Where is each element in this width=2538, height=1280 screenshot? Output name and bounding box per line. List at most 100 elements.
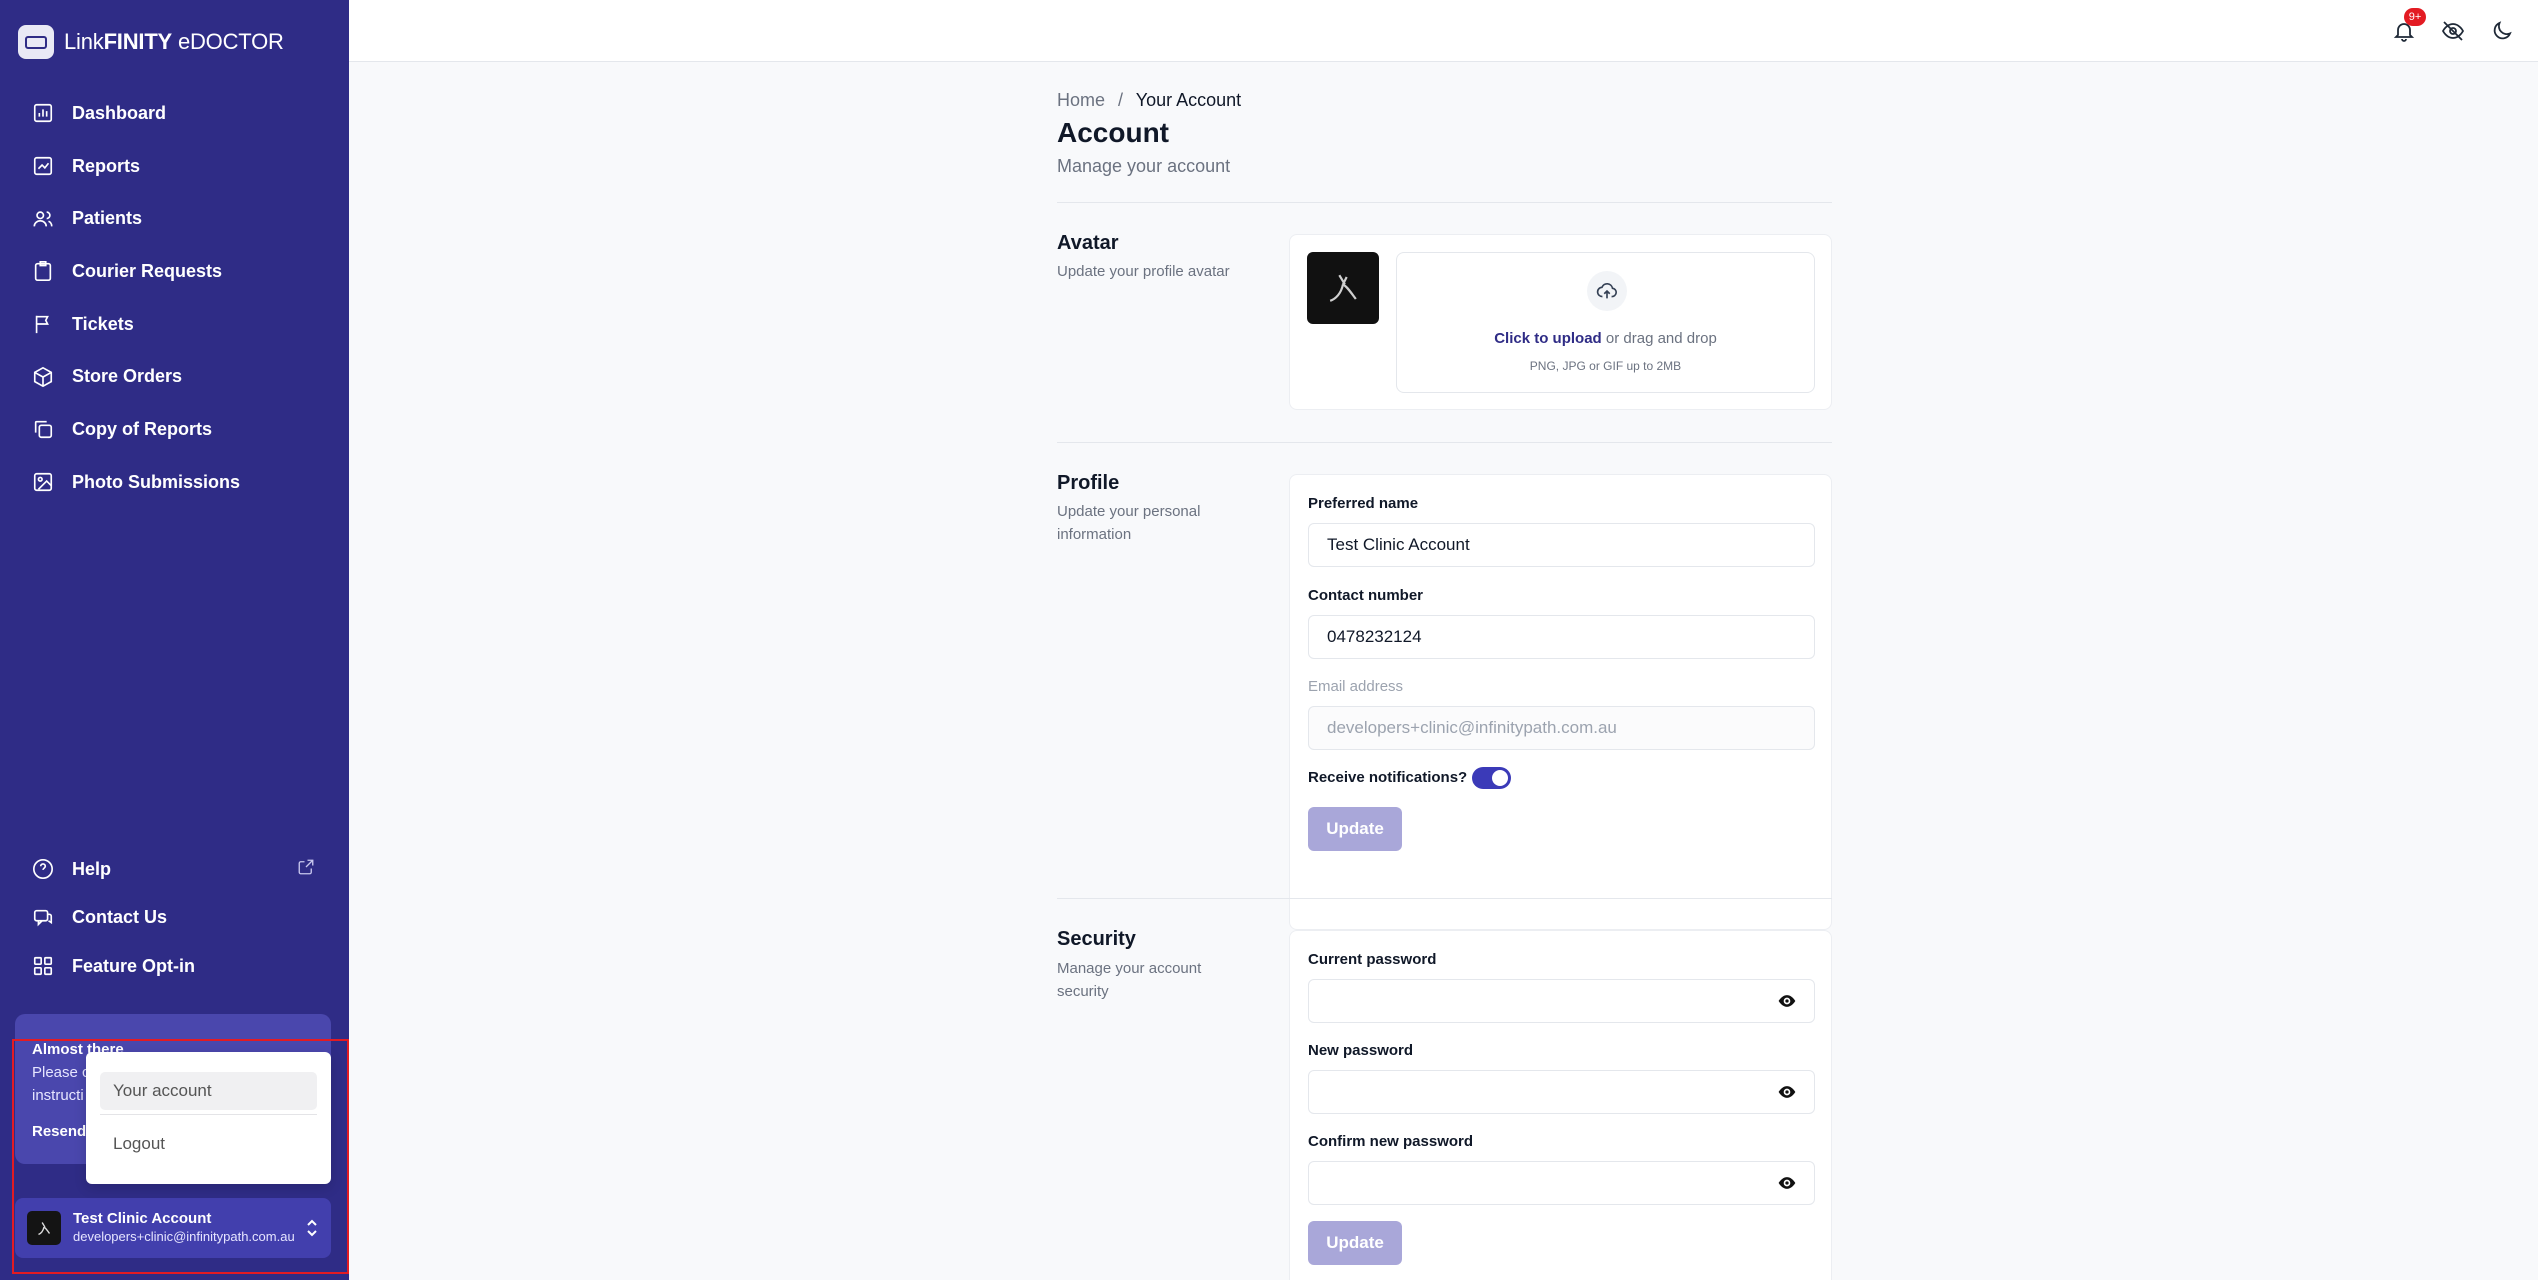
moon-icon[interactable] [2490, 19, 2514, 43]
verification-text-line-1: Please c [32, 1064, 90, 1081]
sidebar-item-photo-submissions[interactable]: Photo Submissions [0, 456, 349, 509]
breadcrumb: Home / Your Account [1057, 90, 1241, 111]
image-icon [33, 473, 53, 492]
page-title: Account [1057, 117, 1169, 148]
avatar-section-title: Avatar [1057, 232, 1119, 254]
eye-off-icon[interactable] [2441, 19, 2465, 43]
new-password-input[interactable] [1308, 1070, 1815, 1114]
page-subtitle: Manage your account [1057, 156, 1231, 176]
profile-update-button[interactable]: Update [1308, 807, 1402, 851]
avatar-section-desc: Update your profile avatar [1057, 263, 1230, 280]
security-section-title: Security [1057, 928, 1136, 950]
sidebar-item-patients[interactable]: Patients [0, 192, 349, 245]
eye-icon[interactable] [1777, 1082, 1797, 1102]
sidebar-item-feature-opt-in[interactable]: Feature Opt-in [0, 942, 349, 991]
logo-icon [18, 25, 54, 59]
breadcrumb-separator: / [1118, 90, 1124, 110]
divider [1057, 202, 1832, 203]
notifications-label: Receive notifications? [1308, 769, 1468, 786]
flag-icon [35, 315, 49, 334]
users-icon [33, 211, 53, 227]
account-switcher[interactable]: Test Clinic Account developers+clinic@in… [15, 1198, 331, 1258]
contact-number-input[interactable] [1308, 615, 1815, 659]
eye-icon[interactable] [1777, 1173, 1797, 1193]
menu-divider [100, 1114, 317, 1115]
chevron-up-down-icon [305, 1216, 319, 1245]
divider [1057, 898, 1832, 899]
upload-instructions: Click to upload or drag and drop [1494, 330, 1717, 347]
topbar [349, 0, 2538, 62]
avatar-preview [1307, 252, 1379, 324]
chart-icon [33, 104, 53, 123]
sidebar-item-label: Contact Us [72, 907, 168, 928]
sidebar-item-label: Reports [72, 155, 141, 176]
sidebar-item-contact-us[interactable]: Contact Us [0, 894, 349, 943]
brand-name: LinkFINITY eDOCTOR [64, 29, 284, 54]
profile-card: Preferred name Contact number Email addr… [1289, 474, 1832, 930]
sidebar-item-label: Courier Requests [72, 260, 223, 281]
avatar-card: Click to upload or drag and drop PNG, JP… [1289, 234, 1832, 410]
sidebar-item-label: Copy of Reports [72, 418, 213, 439]
notification-badge: 9+ [2404, 8, 2426, 26]
menu-item-logout[interactable]: Logout [100, 1125, 317, 1163]
email-label: Email address [1308, 678, 1404, 695]
secondary-nav: Help Contact Us Feature Opt-in [0, 845, 349, 991]
confirm-password-label: Confirm new password [1308, 1133, 1474, 1150]
copy-icon [34, 421, 53, 439]
sidebar-item-dashboard[interactable]: Dashboard [0, 87, 349, 140]
brand-logo[interactable]: LinkFINITY eDOCTOR [18, 25, 284, 59]
preferred-name-label: Preferred name [1308, 495, 1419, 512]
notifications-toggle[interactable] [1472, 767, 1511, 789]
contact-number-label: Contact number [1308, 587, 1424, 604]
sidebar-item-label: Help [72, 858, 112, 879]
sidebar-item-label: Store Orders [72, 366, 183, 387]
sidebar-item-label: Tickets [72, 313, 134, 334]
security-update-button[interactable]: Update [1308, 1221, 1402, 1265]
new-password-label: New password [1308, 1042, 1414, 1059]
breadcrumb-current: Your Account [1135, 90, 1242, 110]
security-section-desc: Manage your account security [1057, 960, 1202, 1000]
current-password-label: Current password [1308, 951, 1437, 968]
sidebar-item-label: Patients [72, 208, 143, 229]
chat-icon [33, 909, 53, 927]
sidebar-item-copy-of-reports[interactable]: Copy of Reports [0, 403, 349, 456]
main-nav: Dashboard Reports Patients Courier Reque… [0, 87, 349, 509]
breadcrumb-home[interactable]: Home [1057, 90, 1105, 110]
help-icon [33, 859, 53, 880]
report-icon [33, 156, 53, 176]
avatar-upload-dropzone[interactable]: Click to upload or drag and drop PNG, JP… [1396, 252, 1815, 393]
grid-icon [33, 957, 53, 976]
sidebar-item-reports[interactable]: Reports [0, 140, 349, 193]
sidebar-item-label: Feature Opt-in [72, 955, 196, 976]
account-email: developers+clinic@infinitypath.com.au [73, 1229, 295, 1244]
account-menu: Your account Logout [86, 1052, 331, 1184]
current-password-wrapper [1308, 979, 1815, 1023]
account-name: Test Clinic Account [73, 1210, 212, 1227]
sidebar-item-label: Photo Submissions [72, 471, 241, 492]
eye-icon[interactable] [1777, 991, 1797, 1011]
clipboard-icon [34, 261, 52, 282]
email-field [1308, 706, 1815, 750]
divider [1057, 442, 1832, 443]
sidebar-item-tickets[interactable]: Tickets [0, 298, 349, 351]
security-card: Current password New password Confirm ne… [1289, 930, 1832, 1280]
upload-link[interactable]: Click to upload [1494, 330, 1602, 347]
sidebar-item-store-orders[interactable]: Store Orders [0, 350, 349, 403]
current-password-input[interactable] [1308, 979, 1815, 1023]
confirm-password-wrapper [1308, 1161, 1815, 1205]
new-password-wrapper [1308, 1070, 1815, 1114]
menu-item-your-account[interactable]: Your account [100, 1072, 317, 1110]
sidebar-item-help[interactable]: Help [0, 845, 349, 894]
profile-section-desc: Update your personal information [1057, 503, 1201, 543]
external-link-icon [297, 858, 315, 881]
upload-cloud-icon [1587, 271, 1627, 311]
confirm-password-input[interactable] [1308, 1161, 1815, 1205]
profile-section-title: Profile [1057, 472, 1120, 494]
sidebar-item-label: Dashboard [72, 102, 167, 123]
preferred-name-input[interactable] [1308, 523, 1815, 567]
sidebar-item-courier-requests[interactable]: Courier Requests [0, 245, 349, 298]
avatar [27, 1211, 61, 1245]
box-icon [33, 366, 53, 387]
verification-text-line-2: instructi [32, 1087, 84, 1104]
upload-hint: PNG, JPG or GIF up to 2MB [1529, 359, 1682, 373]
